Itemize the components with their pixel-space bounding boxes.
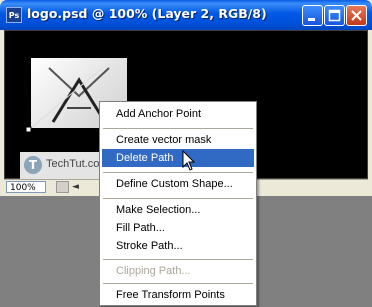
maximize-button[interactable]	[324, 5, 345, 26]
photoshop-icon[interactable]: Ps	[6, 7, 22, 23]
menu-separator	[103, 283, 253, 284]
watermark: T TechTut.com	[20, 152, 110, 180]
menu-item-stroke-path[interactable]: Stroke Path...	[102, 237, 254, 255]
menu-item-make-selection[interactable]: Make Selection...	[102, 201, 254, 219]
menu-separator	[103, 259, 253, 260]
menu-item-delete-path[interactable]: Delete Path	[102, 149, 254, 167]
scroll-left-arrow-icon[interactable]: ◄	[72, 181, 84, 193]
menu-separator	[103, 198, 253, 199]
minimize-icon	[308, 18, 315, 21]
menu-item-add-anchor-point[interactable]: Add Anchor Point	[102, 105, 254, 123]
zoom-field[interactable]: 100%	[6, 181, 46, 193]
menu-item-free-transform-points[interactable]: Free Transform Points	[102, 286, 254, 304]
context-menu: Add Anchor Point Create vector mask Dele…	[99, 101, 257, 306]
status-menu-button[interactable]	[56, 181, 69, 193]
menu-item-clipping-path: Clipping Path...	[116, 265, 191, 277]
window-title: logo.psd @ 100% (Layer 2, RGB/8)	[27, 6, 267, 21]
menu-item-fill-path[interactable]: Fill Path...	[102, 219, 254, 237]
menu-separator	[103, 172, 253, 173]
close-icon	[351, 10, 362, 21]
watermark-logo-icon: T	[24, 156, 42, 174]
menu-item-define-custom-shape[interactable]: Define Custom Shape...	[102, 175, 254, 193]
menu-item-create-vector-mask[interactable]: Create vector mask	[102, 131, 254, 149]
close-button[interactable]	[346, 5, 367, 26]
mouse-pointer-icon	[182, 150, 196, 171]
menu-separator	[103, 128, 253, 129]
title-bar[interactable]: Ps logo.psd @ 100% (Layer 2, RGB/8)	[0, 0, 372, 30]
maximize-icon	[328, 9, 341, 22]
minimize-button[interactable]	[302, 5, 323, 26]
